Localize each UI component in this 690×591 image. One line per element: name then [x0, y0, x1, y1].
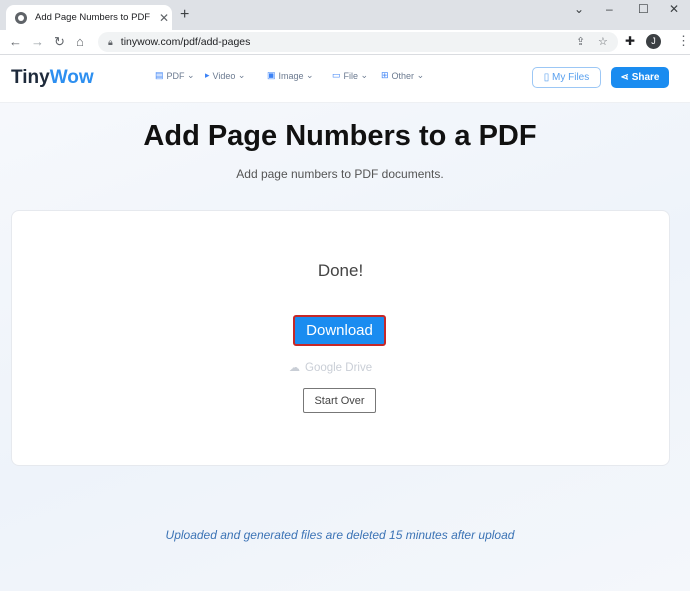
chevron-down-icon: ⌄ [414, 70, 425, 80]
home-icon[interactable]: ⌂ [76, 34, 84, 49]
forward-arrow-icon[interactable]: → [31, 34, 44, 49]
my-files-button[interactable]: ▯ My Files [532, 67, 601, 88]
share-page-icon[interactable]: ⇪ [576, 35, 585, 48]
browser-titlebar: Add Page Numbers to PDF Free ✕ + ⌄ – ☐ ✕ [0, 0, 690, 30]
nav-other-menu[interactable]: ⊞ Other ⌄ [381, 70, 424, 81]
chevron-down-icon: ⌄ [358, 70, 369, 80]
google-drive-icon: ☁ [289, 362, 300, 374]
browser-toolbar: ← → ↻ ⌂ 🔒︎ tinywow.com/pdf/add-pages ⇪ ☆ [0, 30, 690, 55]
deletion-notice: Uploaded and generated files are deleted… [165, 528, 515, 542]
bookmark-star-icon[interactable]: ☆ [598, 35, 608, 48]
nav-pdf-menu[interactable]: ▤ PDF ⌄ [155, 70, 195, 81]
extensions-puzzle-icon[interactable]: ✚ [625, 34, 635, 48]
reload-icon[interactable]: ↻ [54, 34, 65, 50]
nav-image-menu[interactable]: ▣ Image ⌄ [267, 70, 314, 81]
close-window-button[interactable]: ✕ [669, 2, 679, 16]
nav-video-menu[interactable]: ▸ Video ⌄ [205, 70, 245, 81]
page-content: TinyWow ▤ PDF ⌄ ▸ Video ⌄ ▣ Image ⌄ ▭ Fi… [0, 55, 690, 591]
tab-search-icon[interactable]: ⌄ [574, 2, 584, 16]
chevron-down-icon: ⌄ [184, 70, 195, 80]
browser-tab[interactable]: Add Page Numbers to PDF Free ✕ [6, 5, 172, 30]
start-over-button[interactable]: Start Over [303, 388, 376, 413]
maximize-button[interactable]: ☐ [638, 2, 649, 16]
back-arrow-icon[interactable]: ← [9, 34, 22, 49]
site-logo[interactable]: TinyWow [11, 67, 94, 89]
share-icon: ⋖ [620, 72, 632, 83]
lock-icon: 🔒︎ [108, 36, 113, 47]
chevron-down-icon: ⌄ [235, 70, 246, 80]
download-button[interactable]: Download [293, 315, 386, 346]
site-header: TinyWow ▤ PDF ⌄ ▸ Video ⌄ ▣ Image ⌄ ▭ Fi… [0, 55, 690, 103]
site-favicon-icon [15, 11, 27, 24]
result-card: Done! Download ☁ Google Drive Start Over [11, 210, 670, 466]
document-icon: ▤ [155, 70, 164, 80]
profile-avatar[interactable]: J [646, 34, 661, 49]
tab-close-icon[interactable]: ✕ [159, 11, 169, 25]
page-subtitle: Add page numbers to PDF documents. [236, 167, 444, 181]
files-icon: ▯ [543, 72, 553, 83]
new-tab-button[interactable]: + [180, 6, 189, 24]
browser-menu-icon[interactable]: ⋮ [677, 33, 690, 49]
grid-icon: ⊞ [381, 70, 389, 80]
share-button[interactable]: ⋖ Share [611, 67, 669, 88]
chevron-down-icon: ⌄ [303, 70, 314, 80]
page-title: Add Page Numbers to a PDF [143, 120, 537, 152]
status-text: Done! [317, 261, 364, 280]
google-drive-button[interactable]: ☁ Google Drive [289, 361, 372, 375]
minimize-button[interactable]: – [606, 2, 613, 16]
address-bar[interactable]: 🔒︎ tinywow.com/pdf/add-pages ⇪ ☆ [98, 32, 618, 52]
folder-icon: ▭ [332, 70, 341, 80]
tab-title: Add Page Numbers to PDF Free [35, 12, 153, 23]
nav-file-menu[interactable]: ▭ File ⌄ [332, 70, 368, 81]
video-icon: ▸ [205, 70, 210, 80]
url-text: tinywow.com/pdf/add-pages [120, 36, 251, 48]
image-icon: ▣ [267, 70, 276, 80]
